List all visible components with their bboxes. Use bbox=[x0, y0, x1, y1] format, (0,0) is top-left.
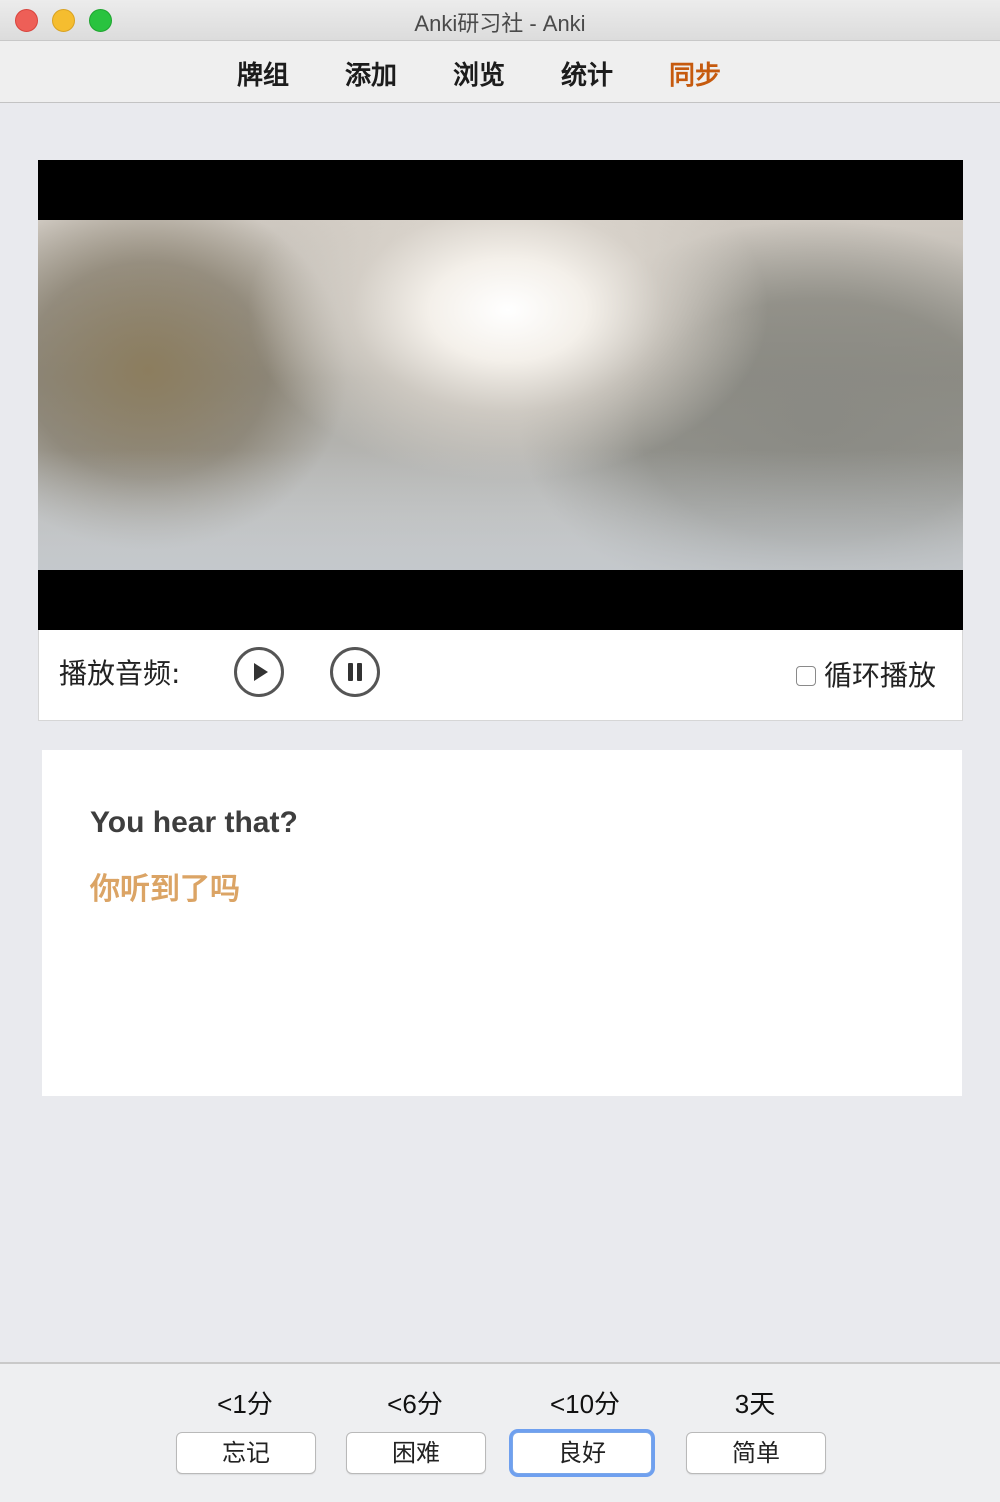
main-toolbar: 牌组 添加 浏览 统计 同步 bbox=[0, 41, 1000, 103]
window-title: Anki研习社 - Anki bbox=[414, 11, 586, 36]
toolbar-stats[interactable]: 统计 bbox=[561, 55, 613, 92]
good-button[interactable]: 良好 bbox=[512, 1432, 652, 1474]
video-player[interactable] bbox=[38, 160, 963, 630]
card-chinese-text: 你听到了吗 bbox=[90, 872, 240, 907]
card-content: You hear that? 你听到了吗 bbox=[42, 750, 962, 1096]
interval-easy: 3天 bbox=[734, 1389, 776, 1419]
toolbar-decks[interactable]: 牌组 bbox=[237, 55, 289, 92]
loop-label[interactable]: 循环播放 bbox=[824, 654, 936, 694]
pause-circle-icon bbox=[348, 663, 362, 681]
easy-button[interactable]: 简单 bbox=[686, 1432, 826, 1474]
interval-again: <1分 bbox=[217, 1389, 273, 1419]
again-button[interactable]: 忘记 bbox=[176, 1432, 316, 1474]
answer-bar: <1分 <6分 <10分 3天 忘记 困难 良好 简单 bbox=[0, 1362, 1000, 1502]
interval-hard: <6分 bbox=[387, 1389, 443, 1419]
video-frame bbox=[38, 220, 963, 570]
interval-good: <10分 bbox=[549, 1389, 621, 1419]
play-button[interactable] bbox=[234, 647, 284, 697]
toolbar-sync[interactable]: 同步 bbox=[669, 55, 721, 92]
hard-button[interactable]: 困难 bbox=[346, 1432, 486, 1474]
toolbar-add[interactable]: 添加 bbox=[345, 55, 397, 92]
title-bar: Anki研习社 - Anki bbox=[0, 0, 1000, 41]
play-circle-icon bbox=[254, 663, 268, 681]
audio-controls: 播放音频: 循环播放 bbox=[38, 630, 963, 721]
audio-label: 播放音频: bbox=[59, 657, 181, 690]
toolbar-browse[interactable]: 浏览 bbox=[453, 55, 505, 92]
loop-checkbox[interactable] bbox=[796, 666, 816, 686]
card-english-text: You hear that? bbox=[90, 806, 298, 839]
pause-button[interactable] bbox=[330, 647, 380, 697]
